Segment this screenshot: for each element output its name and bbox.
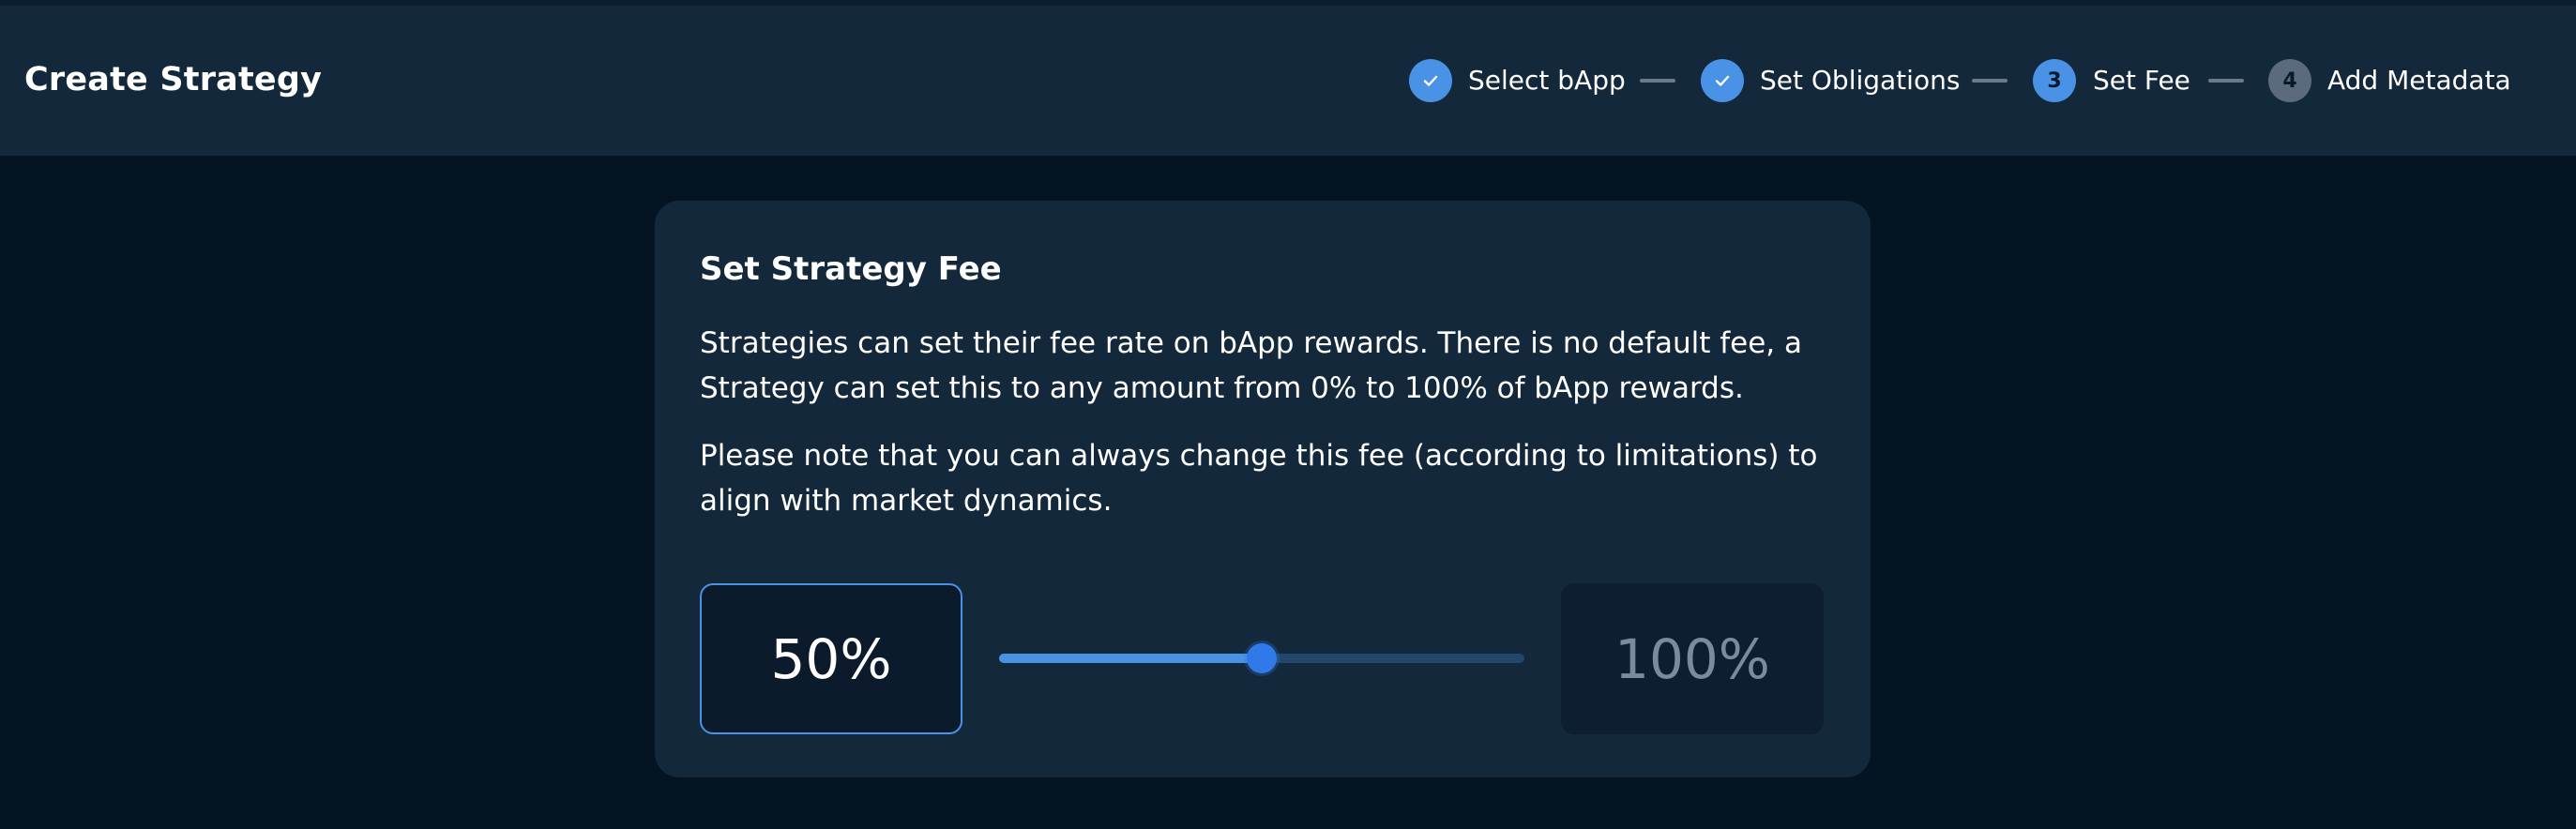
stepper: Select bApp Set Obligations 3 Set Fee 4 … [0,6,2576,156]
card-title: Set Strategy Fee [700,250,1002,288]
fee-description: Strategies can set their fee rate on bAp… [700,326,1802,405]
slider-fill [999,654,1262,663]
step-4-label[interactable]: Add Metadata [2327,64,2511,98]
step-1-label[interactable]: Select bApp [1468,64,1626,98]
step-separator [2208,79,2244,83]
step-separator [1972,79,2008,83]
page-header: Create Strategy Select bApp Set Obligati… [0,6,2576,156]
fee-value-input[interactable]: 50% [700,583,962,734]
check-icon [1715,75,1730,86]
fee-note: Please note that you can always change t… [700,439,1818,518]
step-3-number[interactable]: 3 [2033,59,2076,102]
fee-slider[interactable] [999,643,1524,673]
step-3-label[interactable]: Set Fee [2093,64,2190,98]
fee-card: Set Strategy Fee Strategies can set thei… [655,201,1871,777]
slider-thumb[interactable] [1247,643,1277,673]
step-4-number[interactable]: 4 [2268,59,2311,102]
step-separator [1640,79,1675,83]
step-2-label[interactable]: Set Obligations [1760,64,1960,98]
step-2-check-icon[interactable] [1701,59,1744,102]
max-fee-value: 100% [1561,583,1824,734]
step-1-check-icon[interactable] [1409,59,1452,102]
check-icon [1423,75,1438,86]
